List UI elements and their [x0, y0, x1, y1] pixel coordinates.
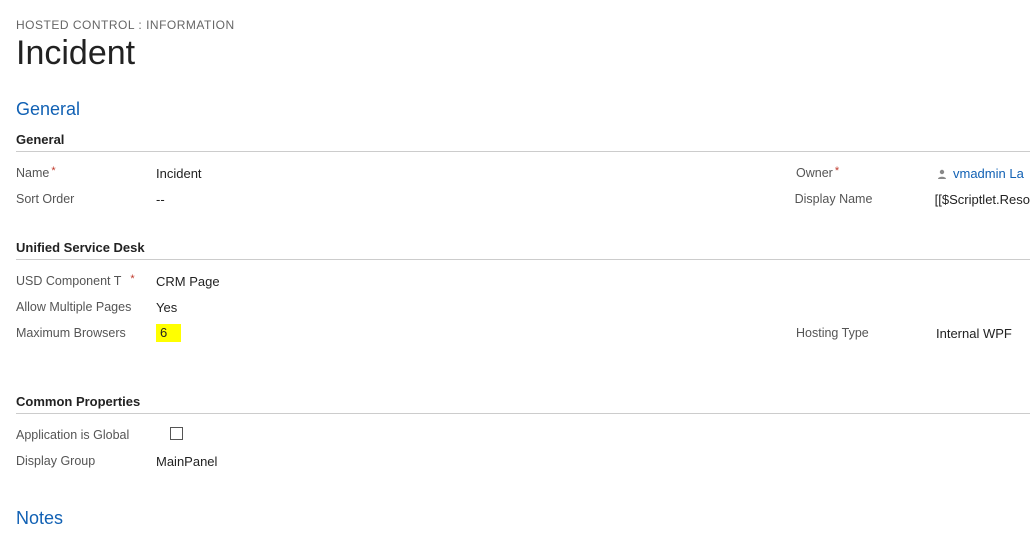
display-group-value[interactable]: MainPanel: [156, 454, 217, 469]
owner-label: Owner*: [796, 166, 936, 180]
usd-component-type-value[interactable]: CRM Page: [156, 274, 220, 289]
display-name-value[interactable]: [[$Scriptlet.Reso: [935, 192, 1030, 207]
required-asterisk: *: [835, 166, 839, 177]
hosting-type-value[interactable]: Internal WPF: [936, 326, 1012, 341]
name-value[interactable]: Incident: [156, 166, 202, 181]
sort-order-label: Sort Order: [16, 192, 156, 206]
user-icon: [936, 168, 948, 180]
name-label: Name*: [16, 166, 156, 180]
display-group-label: Display Group: [16, 454, 156, 468]
section-general-title[interactable]: General: [16, 99, 1030, 120]
allow-multiple-label: Allow Multiple Pages: [16, 300, 156, 314]
breadcrumb: HOSTED CONTROL : INFORMATION: [16, 18, 1030, 32]
usd-component-type-label: USD Component T *: [16, 274, 156, 288]
required-asterisk: *: [130, 274, 134, 285]
subsection-common: Common Properties: [16, 394, 1030, 414]
display-name-label: Display Name: [795, 192, 935, 206]
sort-order-value[interactable]: --: [156, 192, 165, 207]
checkbox-icon[interactable]: [170, 427, 183, 440]
app-global-label: Application is Global: [16, 428, 156, 442]
max-browsers-value[interactable]: 6: [156, 324, 181, 342]
allow-multiple-value[interactable]: Yes: [156, 300, 177, 315]
hosting-type-label: Hosting Type: [796, 326, 936, 340]
required-asterisk: *: [51, 166, 55, 177]
max-browsers-highlight: 6: [156, 324, 181, 342]
page-title: Incident: [16, 34, 1030, 73]
app-global-value[interactable]: [156, 427, 183, 443]
owner-value[interactable]: vmadmin La: [936, 166, 1024, 181]
max-browsers-label: Maximum Browsers: [16, 326, 156, 340]
section-notes-title[interactable]: Notes: [16, 508, 1030, 529]
subsection-usd: Unified Service Desk: [16, 240, 1030, 260]
subsection-general: General: [16, 132, 1030, 152]
